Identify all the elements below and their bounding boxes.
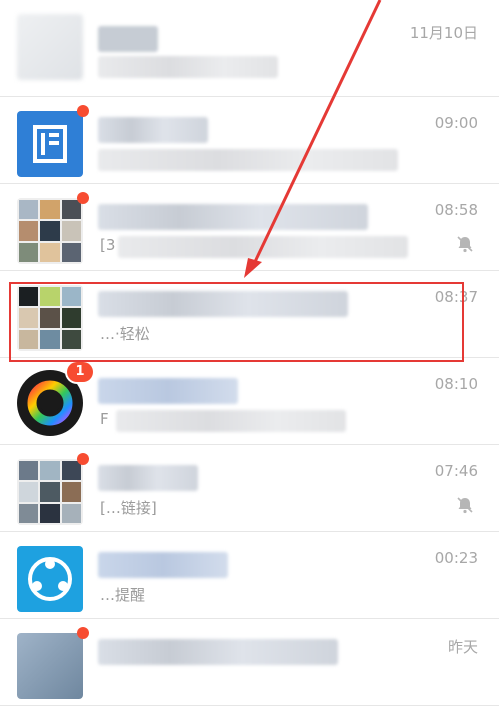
chat-preview xyxy=(98,56,278,78)
chat-preview: […链接] xyxy=(100,499,157,517)
unread-dot xyxy=(77,105,89,117)
chat-time: 08:10 xyxy=(434,375,478,393)
avatar xyxy=(17,546,83,612)
chat-preview xyxy=(98,149,398,171)
chat-time: 09:00 xyxy=(434,114,478,132)
chat-title xyxy=(98,26,158,52)
chat-title xyxy=(98,465,198,491)
chat-title xyxy=(98,552,228,578)
wechat-doc-icon xyxy=(33,125,67,163)
avatar xyxy=(17,14,83,80)
chat-row[interactable]: 昨天 xyxy=(0,619,499,706)
unread-badge: 1 xyxy=(67,362,93,382)
avatar xyxy=(17,192,89,264)
chat-title xyxy=(98,378,238,404)
chat-preview-blur xyxy=(118,236,408,258)
chat-title xyxy=(98,204,368,230)
chat-time: 08:58 xyxy=(434,201,478,219)
chat-time: 11月10日 xyxy=(409,24,478,42)
mute-bell-icon xyxy=(457,236,473,253)
chat-time: 07:46 xyxy=(434,462,478,480)
unread-dot xyxy=(77,627,89,639)
chat-preview-blur xyxy=(116,410,346,432)
highlight-box xyxy=(9,282,464,362)
chat-time: 昨天 xyxy=(447,638,478,656)
avatar: 1 xyxy=(17,362,93,436)
chat-time: 00:23 xyxy=(434,549,478,567)
mute-bell-icon xyxy=(457,497,473,514)
chat-title xyxy=(98,639,338,665)
chat-row[interactable]: 11月10日 xyxy=(0,0,499,97)
chat-row[interactable]: […链接] 07:46 xyxy=(0,445,499,532)
chat-preview: [3 xyxy=(100,236,116,254)
unread-dot xyxy=(77,453,89,465)
chat-row[interactable]: 1 F 08:10 xyxy=(0,358,499,445)
chat-row[interactable]: …提醒 00:23 xyxy=(0,532,499,619)
chat-row[interactable]: 09:00 xyxy=(0,97,499,184)
chat-title xyxy=(98,117,208,143)
avatar xyxy=(17,105,89,177)
unread-dot xyxy=(77,192,89,204)
chat-row[interactable]: [3 08:58 xyxy=(0,184,499,271)
avatar xyxy=(17,627,89,699)
chat-preview: F xyxy=(100,410,109,428)
avatar xyxy=(17,453,89,525)
chat-preview: …提醒 xyxy=(100,586,146,604)
share-logo-icon xyxy=(28,557,72,601)
